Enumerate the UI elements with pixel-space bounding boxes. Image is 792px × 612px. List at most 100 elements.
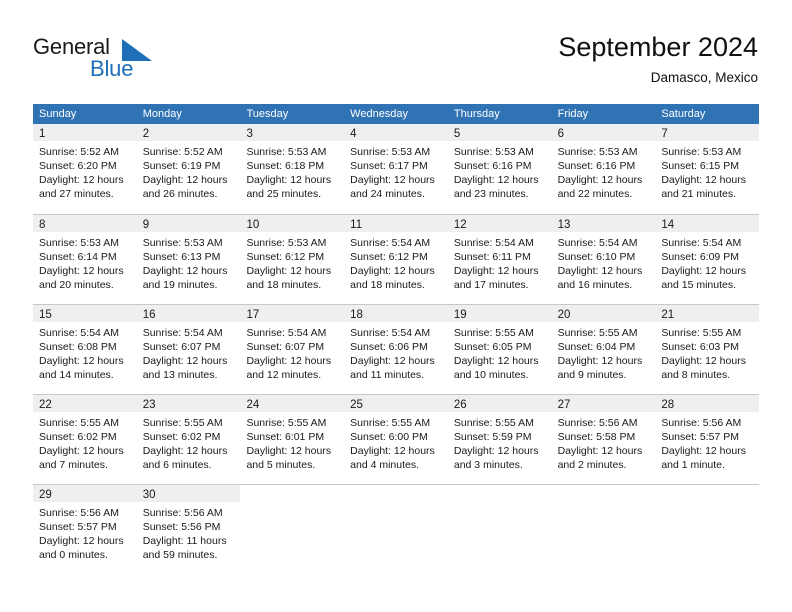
- generalblue-logo[interactable]: General Blue: [33, 34, 233, 86]
- daylight-duration: Daylight: 12 hours and 25 minutes.: [246, 174, 332, 200]
- calendar-day-cell[interactable]: 23 Sunrise: 5:55 AM Sunset: 6:02 PM Dayligh…: [136, 395, 241, 485]
- calendar-day-cell[interactable]: 1 Sunrise: 5:52 AM Sunset: 6:20 PM Daylight…: [33, 124, 137, 214]
- day-number-band: 3: [240, 124, 345, 141]
- daylight-duration: Daylight: 12 hours and 24 minutes.: [350, 174, 435, 200]
- calendar-day-cell[interactable]: 21 Sunrise: 5:55 AM Sunset: 6:03 PM Dayligh…: [655, 305, 760, 395]
- sunrise-time: Sunrise: 5:53 AM: [246, 237, 327, 249]
- calendar-day-cell-empty: [448, 485, 552, 575]
- calendar-day-cell[interactable]: 27 Sunrise: 5:56 AM Sunset: 5:58 PM Dayligh…: [551, 395, 656, 485]
- day-details: Sunrise: 5:53 AM Sunset: 6:18 PM Daylight:…: [240, 141, 344, 201]
- calendar-day-cell[interactable]: 20 Sunrise: 5:55 AM Sunset: 6:04 PM Dayligh…: [551, 305, 656, 395]
- daylight-duration: Daylight: 12 hours and 11 minutes.: [350, 355, 435, 381]
- sunrise-time: Sunrise: 5:53 AM: [661, 146, 742, 158]
- daylight-duration: Daylight: 12 hours and 6 minutes.: [142, 445, 228, 471]
- sunrise-time: Sunrise: 5:55 AM: [39, 417, 119, 429]
- calendar-day-cell[interactable]: 15 Sunrise: 5:54 AM Sunset: 6:08 PM Dayligh…: [33, 305, 137, 395]
- calendar-day-cell[interactable]: 16 Sunrise: 5:54 AM Sunset: 6:07 PM Dayligh…: [136, 305, 241, 395]
- calendar-day-cell[interactable]: 10 Sunrise: 5:53 AM Sunset: 6:12 PM Dayligh…: [240, 215, 345, 305]
- sunset-time: Sunset: 6:09 PM: [661, 251, 739, 263]
- day-number: 22: [39, 399, 52, 411]
- day-number: 14: [661, 219, 675, 231]
- daylight-duration: Daylight: 12 hours and 18 minutes.: [350, 265, 435, 291]
- sunrise-time: Sunrise: 5:54 AM: [246, 327, 327, 339]
- calendar-day-cell[interactable]: 2 Sunrise: 5:52 AM Sunset: 6:19 PM Daylight…: [136, 124, 241, 214]
- day-details: Sunrise: 5:54 AM Sunset: 6:07 PM Daylight:…: [137, 322, 241, 382]
- calendar-day-cell[interactable]: 11 Sunrise: 5:54 AM Sunset: 6:12 PM Dayligh…: [344, 215, 448, 305]
- sunset-time: Sunset: 5:57 PM: [661, 431, 739, 443]
- daylight-duration: Daylight: 12 hours and 3 minutes.: [453, 445, 539, 471]
- calendar-day-cell-empty: [552, 485, 656, 575]
- calendar-day-cell[interactable]: 24 Sunrise: 5:55 AM Sunset: 6:01 PM Dayligh…: [240, 395, 345, 485]
- sunrise-time: Sunrise: 5:56 AM: [557, 417, 638, 429]
- sunset-time: Sunset: 6:01 PM: [246, 431, 325, 443]
- sunset-time: Sunset: 6:11 PM: [453, 251, 531, 263]
- day-number: 8: [39, 219, 46, 231]
- daylight-duration: Daylight: 12 hours and 5 minutes.: [246, 445, 332, 471]
- calendar-day-cell[interactable]: 5 Sunrise: 5:53 AM Sunset: 6:16 PM Daylight…: [447, 124, 552, 214]
- sunset-time: Sunset: 6:07 PM: [246, 341, 325, 353]
- daylight-duration: Daylight: 12 hours and 14 minutes.: [39, 355, 124, 381]
- calendar-day-cell[interactable]: 12 Sunrise: 5:54 AM Sunset: 6:11 PM Dayligh…: [447, 215, 552, 305]
- calendar-weeks: 1 Sunrise: 5:52 AM Sunset: 6:20 PM Daylight…: [33, 124, 760, 574]
- daylight-duration: Daylight: 12 hours and 7 minutes.: [39, 445, 124, 471]
- day-details: Sunrise: 5:55 AM Sunset: 5:59 PM Daylight:…: [448, 412, 552, 472]
- day-number-band: 10: [240, 215, 345, 232]
- day-number: 13: [557, 219, 571, 231]
- sunrise-time: Sunrise: 5:56 AM: [661, 417, 742, 429]
- day-number-band: 14: [655, 215, 760, 232]
- calendar-week-row: 29 Sunrise: 5:56 AM Sunset: 5:57 PM Dayligh…: [33, 484, 759, 574]
- sunset-time: Sunset: 6:05 PM: [453, 341, 532, 353]
- day-number: 4: [350, 128, 357, 140]
- sunrise-time: Sunrise: 5:56 AM: [142, 507, 223, 519]
- sunrise-time: Sunrise: 5:52 AM: [39, 146, 119, 158]
- daylight-duration: Daylight: 12 hours and 9 minutes.: [557, 355, 643, 381]
- daylight-duration: Daylight: 12 hours and 4 minutes.: [350, 445, 435, 471]
- calendar-day-cell[interactable]: 6 Sunrise: 5:53 AM Sunset: 6:16 PM Daylight…: [551, 124, 656, 214]
- calendar-day-cell[interactable]: 28 Sunrise: 5:56 AM Sunset: 5:57 PM Dayligh…: [655, 395, 760, 485]
- day-number: 12: [453, 219, 467, 231]
- calendar-day-cell[interactable]: 26 Sunrise: 5:55 AM Sunset: 5:59 PM Dayligh…: [447, 395, 552, 485]
- day-number: 27: [557, 399, 571, 411]
- day-details: Sunrise: 5:55 AM Sunset: 6:01 PM Daylight:…: [240, 412, 344, 472]
- sunset-time: Sunset: 6:03 PM: [661, 341, 739, 353]
- day-number: 28: [661, 399, 675, 411]
- day-number-band: 23: [136, 395, 241, 412]
- calendar-day-cell[interactable]: 4 Sunrise: 5:53 AM Sunset: 6:17 PM Daylight…: [344, 124, 448, 214]
- day-details: Sunrise: 5:54 AM Sunset: 6:08 PM Daylight:…: [33, 322, 137, 382]
- day-details: Sunrise: 5:54 AM Sunset: 6:06 PM Daylight:…: [344, 322, 448, 382]
- day-number-band: 1: [33, 124, 137, 141]
- sunset-time: Sunset: 6:18 PM: [246, 160, 325, 172]
- day-number: 29: [39, 489, 52, 501]
- calendar-day-cell[interactable]: 17 Sunrise: 5:54 AM Sunset: 6:07 PM Dayligh…: [240, 305, 345, 395]
- calendar-day-cell[interactable]: 22 Sunrise: 5:55 AM Sunset: 6:02 PM Dayligh…: [33, 395, 137, 485]
- calendar-day-cell[interactable]: 29 Sunrise: 5:56 AM Sunset: 5:57 PM Dayligh…: [33, 485, 137, 575]
- calendar-day-cell[interactable]: 18 Sunrise: 5:54 AM Sunset: 6:06 PM Dayligh…: [344, 305, 448, 395]
- sunrise-time: Sunrise: 5:54 AM: [350, 327, 431, 339]
- calendar-day-cell[interactable]: 3 Sunrise: 5:53 AM Sunset: 6:18 PM Daylight…: [240, 124, 345, 214]
- calendar-day-cell[interactable]: 25 Sunrise: 5:55 AM Sunset: 6:00 PM Dayligh…: [344, 395, 448, 485]
- calendar-week-row: 22 Sunrise: 5:55 AM Sunset: 6:02 PM Dayligh…: [33, 394, 760, 485]
- day-number-band: 4: [344, 124, 448, 141]
- day-details: Sunrise: 5:55 AM Sunset: 6:02 PM Daylight:…: [33, 412, 137, 472]
- calendar-day-cell[interactable]: 13 Sunrise: 5:54 AM Sunset: 6:10 PM Dayligh…: [551, 215, 656, 305]
- day-number-band: 16: [136, 305, 241, 322]
- calendar-day-cell[interactable]: 19 Sunrise: 5:55 AM Sunset: 6:05 PM Dayligh…: [447, 305, 552, 395]
- sunset-time: Sunset: 6:19 PM: [142, 160, 221, 172]
- day-number: 15: [39, 309, 52, 321]
- page-header: General Blue September 2024 Damasco, Mex…: [0, 0, 792, 100]
- calendar-day-cell[interactable]: 30 Sunrise: 5:56 AM Sunset: 5:56 PM Dayligh…: [136, 485, 241, 575]
- day-number: 21: [661, 309, 675, 321]
- day-number-band: 11: [344, 215, 448, 232]
- sunrise-time: Sunrise: 5:54 AM: [661, 237, 742, 249]
- daylight-duration: Daylight: 12 hours and 20 minutes.: [39, 265, 124, 291]
- calendar-day-cell[interactable]: 8 Sunrise: 5:53 AM Sunset: 6:14 PM Daylight…: [33, 215, 137, 305]
- sunrise-time: Sunrise: 5:53 AM: [350, 146, 431, 158]
- page-subtitle: Damasco, Mexico: [650, 70, 758, 85]
- calendar-day-cell[interactable]: 9 Sunrise: 5:53 AM Sunset: 6:13 PM Daylight…: [136, 215, 241, 305]
- day-details: Sunrise: 5:55 AM Sunset: 6:04 PM Daylight:…: [552, 322, 656, 382]
- calendar-day-cell[interactable]: 7 Sunrise: 5:53 AM Sunset: 6:15 PM Daylight…: [655, 124, 760, 214]
- sunset-time: Sunset: 6:16 PM: [453, 160, 532, 172]
- calendar-day-cell[interactable]: 14 Sunrise: 5:54 AM Sunset: 6:09 PM Dayligh…: [655, 215, 760, 305]
- day-number: 30: [142, 489, 156, 501]
- day-number-band: 24: [240, 395, 345, 412]
